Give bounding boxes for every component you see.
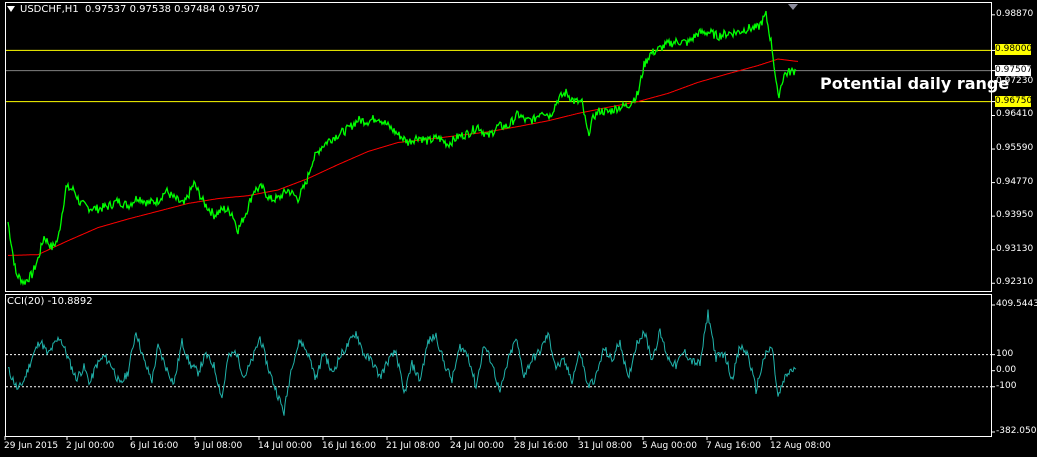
cci-tick-label: 0.00 (996, 364, 1017, 375)
cci-header: CCI(20) -10.8892 (7, 296, 93, 307)
potential-daily-range-annotation: Potential daily range (820, 74, 1010, 93)
price-tick-label: 0.98000 (995, 44, 1033, 56)
time-tick-label: 2 Jul 00:00 (66, 441, 115, 451)
cci-tick-label: 100 (996, 348, 1014, 359)
time-tick-label: 7 Aug 16:00 (706, 441, 761, 451)
cci-tick-label: -100 (996, 380, 1017, 391)
symbol-timeframe: USDCHF,H1 (20, 4, 79, 15)
time-tick-label: 12 Aug 08:00 (770, 441, 831, 451)
cci-panel-frame (5, 294, 992, 437)
time-tick-label: 14 Jul 00:00 (258, 441, 312, 451)
time-tick-label: 6 Jul 16:00 (130, 441, 179, 451)
dropdown-triangle-icon[interactable] (7, 6, 15, 12)
chart-shift-marker[interactable] (788, 4, 798, 10)
price-tick-label: 0.97230 (996, 75, 1034, 86)
price-panel-frame (5, 2, 992, 292)
cci-tick-label: 409.5443 (996, 299, 1037, 309)
time-tick-label: 16 Jul 16:00 (322, 441, 376, 451)
time-tick-label: 21 Jul 08:00 (386, 441, 440, 451)
chart-header: USDCHF,H1 0.97537 0.97538 0.97484 0.9750… (7, 4, 260, 15)
price-tick-label: 0.96750 (995, 95, 1033, 107)
price-tick-label: 0.96410 (996, 109, 1034, 120)
time-tick-label: 24 Jul 00:00 (450, 441, 504, 451)
price-tick-label: 0.95590 (996, 143, 1034, 154)
price-tick-label: 0.93950 (996, 210, 1034, 221)
cci-tick-label: -382.0508 (996, 426, 1037, 436)
ohlc-values: 0.97537 0.97538 0.97484 0.97507 (85, 4, 260, 15)
moving-average-line (8, 58, 799, 256)
time-tick-label: 31 Jul 08:00 (578, 441, 632, 451)
price-tick-label: 0.93130 (996, 243, 1034, 254)
price-series (7, 10, 799, 286)
time-tick-label: 28 Jul 16:00 (514, 441, 568, 451)
price-tick-label: 0.94770 (996, 176, 1034, 187)
cci-series (7, 309, 797, 416)
price-line (7, 10, 797, 286)
price-tick-label: 0.92310 (996, 277, 1034, 288)
chart-canvas (4, 2, 995, 440)
time-tick-label: 9 Jul 08:00 (194, 441, 243, 451)
price-tick-label: 0.98870 (996, 8, 1034, 19)
price-tick-label: 0.97507 (995, 64, 1033, 76)
time-tick-label: 29 Jun 2015 (4, 441, 59, 451)
time-tick-label: 5 Aug 00:00 (642, 441, 697, 451)
cci-line (7, 309, 797, 416)
